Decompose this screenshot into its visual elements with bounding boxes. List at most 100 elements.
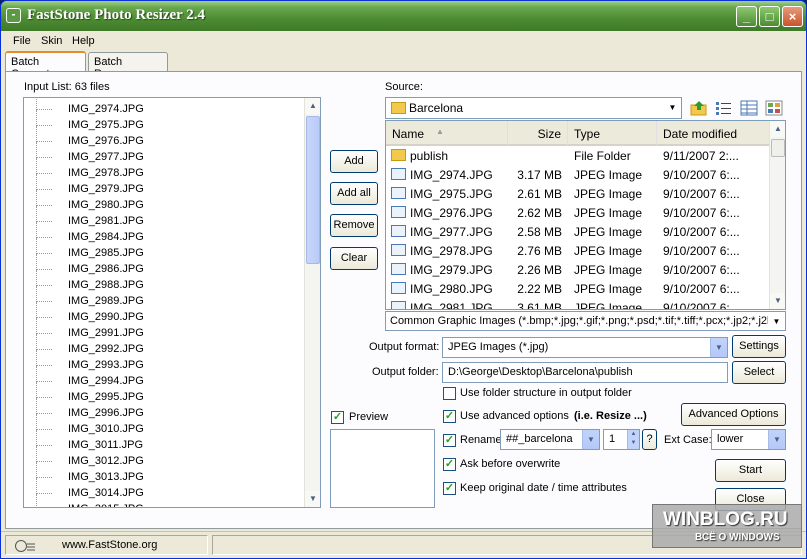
column-header-type[interactable]: Type	[568, 121, 657, 146]
tree-line	[36, 350, 37, 366]
rename-chevron-down-icon[interactable]: ▼	[582, 430, 599, 449]
list-item[interactable]: IMG_2994.JPG	[24, 366, 304, 390]
format-chevron-down-icon[interactable]: ▼	[710, 338, 727, 357]
ask-overwrite-checkbox[interactable]: ✓	[443, 458, 456, 471]
list-item[interactable]: IMG_2980.JPG	[24, 190, 304, 214]
tree-line	[36, 285, 52, 286]
table-row[interactable]: IMG_2979.JPG 2.26 MB JPEG Image 9/10/2007 6…	[386, 261, 770, 280]
preview-checkbox[interactable]: ✓	[331, 411, 344, 424]
list-item[interactable]: IMG_3013.JPG	[24, 462, 304, 486]
menu-help[interactable]: Help	[72, 35, 95, 47]
column-header-date[interactable]: Date modified	[657, 121, 770, 146]
list-item[interactable]: IMG_2993.JPG	[24, 350, 304, 374]
details-view-icon[interactable]	[740, 100, 758, 116]
list-item[interactable]: IMG_2975.JPG	[24, 110, 304, 134]
rename-pattern-combo[interactable]: ##_barcelona ▼	[500, 429, 600, 450]
list-item[interactable]: IMG_2991.JPG	[24, 318, 304, 342]
filter-chevron-down-icon[interactable]: ▼	[768, 312, 785, 330]
title-bar[interactable]: - FastStone Photo Resizer 2.4 _ □ ×	[1, 1, 806, 31]
tab-batch-rename[interactable]: Batch Rename	[88, 52, 168, 80]
list-item[interactable]: IMG_2981.JPG	[24, 206, 304, 230]
cell-name: IMG_2977.JPG	[410, 225, 493, 239]
column-header-name[interactable]: Name ▲	[386, 121, 508, 146]
add-all-button[interactable]: Add all	[330, 182, 378, 205]
list-item[interactable]: IMG_2990.JPG	[24, 302, 304, 326]
advanced-options-checkbox[interactable]: ✓	[443, 410, 456, 423]
keep-date-checkbox[interactable]: ✓	[443, 482, 456, 495]
scroll-up-arrow[interactable]: ▲	[305, 98, 320, 114]
rename-help-button[interactable]: ?	[642, 429, 657, 450]
list-item[interactable]: IMG_2985.JPG	[24, 238, 304, 262]
list-view-icon[interactable]	[715, 100, 733, 116]
advanced-options-button[interactable]: Advanced Options	[681, 403, 786, 426]
list-item[interactable]: IMG_2974.JPG	[24, 98, 304, 118]
file-scroll-thumb[interactable]	[771, 139, 785, 157]
cell-type: JPEG Image	[574, 206, 643, 220]
output-folder-input[interactable]: D:\George\Desktop\Barcelona\publish	[442, 362, 728, 383]
tree-line	[36, 446, 37, 462]
list-item[interactable]: IMG_3011.JPG	[24, 430, 304, 454]
ext-case-chevron-down-icon[interactable]: ▼	[768, 430, 785, 449]
input-list[interactable]: IMG_2974.JPG IMG_2975.JPG IMG_2976.JPG IMG_…	[23, 97, 321, 508]
source-folder-combo[interactable]: Barcelona ▼	[385, 97, 682, 119]
menu-skin[interactable]: Skin	[41, 35, 62, 47]
list-item[interactable]: IMG_2984.JPG	[24, 222, 304, 246]
file-filter-combo[interactable]: Common Graphic Images (*.bmp;*.jpg;*.gif…	[385, 311, 786, 331]
table-row[interactable]: IMG_2977.JPG 2.58 MB JPEG Image 9/10/2007 6…	[386, 223, 770, 242]
file-scroll-down-arrow[interactable]: ▼	[770, 293, 785, 309]
table-row[interactable]: IMG_2978.JPG 2.76 MB JPEG Image 9/10/2007 6…	[386, 242, 770, 261]
use-folder-structure-checkbox[interactable]	[443, 387, 456, 400]
add-button[interactable]: Add	[330, 150, 378, 173]
table-row[interactable]: IMG_2976.JPG 2.62 MB JPEG Image 9/10/2007 6…	[386, 204, 770, 223]
scroll-thumb[interactable]	[306, 116, 320, 264]
list-item[interactable]: IMG_3012.JPG	[24, 446, 304, 470]
file-list-scrollbar[interactable]: ▲ ▼	[769, 121, 785, 309]
file-name: IMG_2976.JPG	[68, 135, 144, 147]
maximize-button[interactable]: □	[759, 6, 780, 27]
table-row[interactable]: IMG_2981.JPG 3.61 MB JPEG Image 9/10/2007 6…	[386, 299, 770, 309]
list-item[interactable]: IMG_2979.JPG	[24, 174, 304, 198]
table-row[interactable]: IMG_2974.JPG 3.17 MB JPEG Image 9/10/2007 6…	[386, 166, 770, 185]
list-item[interactable]: IMG_2978.JPG	[24, 158, 304, 182]
file-scroll-up-arrow[interactable]: ▲	[770, 121, 785, 137]
list-item[interactable]: IMG_2976.JPG	[24, 126, 304, 150]
list-item[interactable]: IMG_2995.JPG	[24, 382, 304, 406]
list-item[interactable]: IMG_2988.JPG	[24, 270, 304, 294]
list-item[interactable]: IMG_2989.JPG	[24, 286, 304, 310]
list-item[interactable]: IMG_2992.JPG	[24, 334, 304, 358]
close-window-button[interactable]: ×	[782, 6, 803, 27]
input-list-scrollbar[interactable]: ▲ ▼	[304, 98, 320, 507]
remove-button[interactable]: Remove	[330, 214, 378, 237]
table-row[interactable]: IMG_2980.JPG 2.22 MB JPEG Image 9/10/2007 6…	[386, 280, 770, 299]
number-spinner[interactable]: ▲ ▼	[627, 430, 639, 449]
website-link[interactable]: www.FastStone.org	[62, 539, 157, 551]
thumbnails-view-icon[interactable]	[765, 100, 783, 116]
menu-file[interactable]: File	[13, 35, 31, 47]
output-format-combo[interactable]: JPEG Images (*.jpg) ▼	[442, 337, 728, 358]
tree-line	[36, 206, 37, 222]
list-item[interactable]: IMG_2986.JPG	[24, 254, 304, 278]
settings-button[interactable]: Settings	[732, 335, 786, 358]
list-item[interactable]: IMG_2996.JPG	[24, 398, 304, 422]
list-item[interactable]: IMG_3010.JPG	[24, 414, 304, 438]
system-menu-icon[interactable]: -	[6, 8, 21, 23]
cell-type: JPEG Image	[574, 187, 643, 201]
tab-batch-convert[interactable]: Batch Convert	[5, 51, 86, 80]
scroll-down-arrow[interactable]: ▼	[305, 491, 320, 507]
list-item[interactable]: IMG_3015.JPG	[24, 494, 304, 507]
table-row[interactable]: IMG_2975.JPG 2.61 MB JPEG Image 9/10/2007 6…	[386, 185, 770, 204]
rename-checkbox[interactable]: ✓	[443, 434, 456, 447]
start-button[interactable]: Start	[715, 459, 786, 482]
folder-up-icon[interactable]	[690, 100, 708, 116]
source-file-list[interactable]: Name ▲ Size Type Date modified publish Fil…	[385, 120, 786, 310]
list-item[interactable]: IMG_2977.JPG	[24, 142, 304, 166]
chevron-down-icon[interactable]: ▼	[664, 98, 681, 118]
list-item[interactable]: IMG_3014.JPG	[24, 478, 304, 502]
ext-case-combo[interactable]: lower ▼	[711, 429, 786, 450]
clear-button[interactable]: Clear	[330, 247, 378, 270]
table-row[interactable]: publish File Folder 9/11/2007 2:...	[386, 147, 770, 166]
column-header-size[interactable]: Size	[508, 121, 568, 146]
minimize-button[interactable]: _	[736, 6, 757, 27]
select-folder-button[interactable]: Select	[732, 361, 786, 384]
rename-start-number-input[interactable]: 1 ▲ ▼	[603, 429, 640, 450]
